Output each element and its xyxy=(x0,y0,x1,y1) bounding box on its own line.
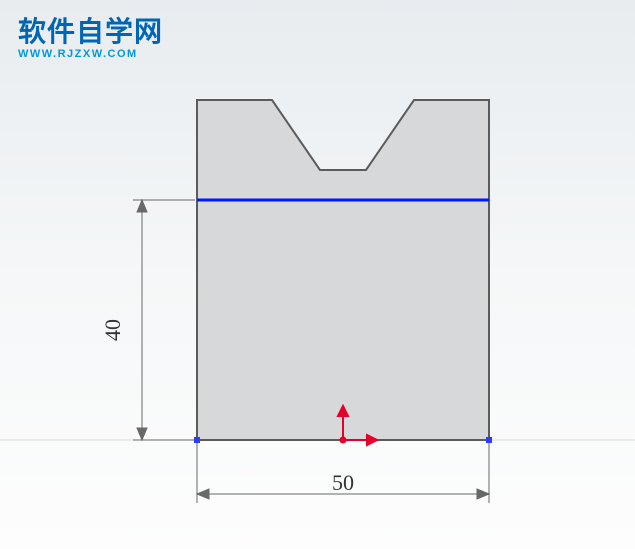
dimension-vertical xyxy=(133,200,195,440)
part-body xyxy=(197,100,489,440)
dimension-vertical-value: 40 xyxy=(100,319,125,341)
dimension-horizontal-value: 50 xyxy=(332,470,354,495)
drawing-canvas[interactable]: 40 50 xyxy=(0,0,635,549)
